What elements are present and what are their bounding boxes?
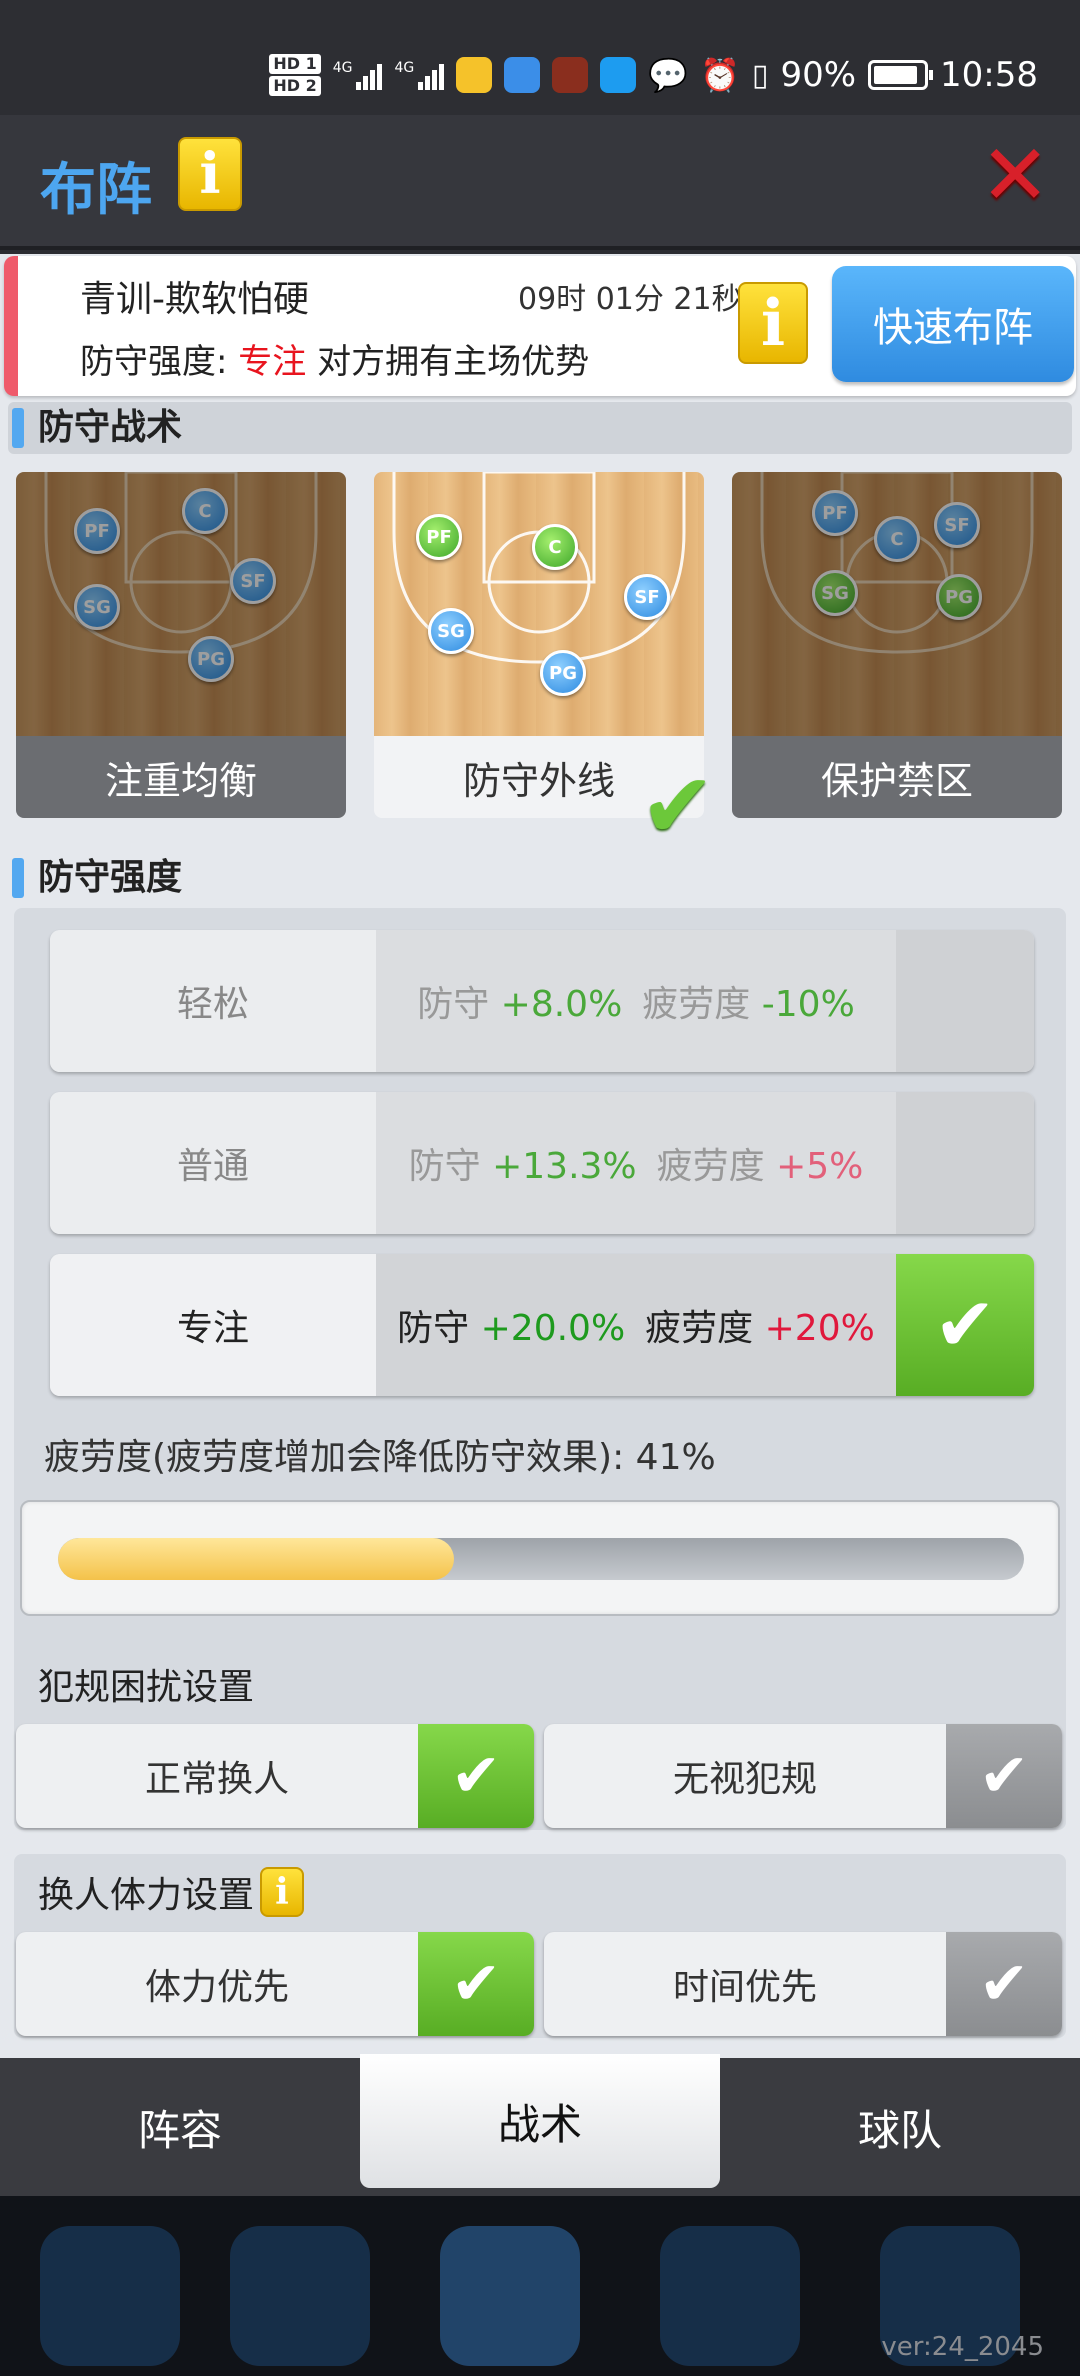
intensity-option-easy[interactable]: 轻松 防守 +8.0% 疲劳度 -10%: [50, 930, 1034, 1072]
quick-lineup-button[interactable]: 快速布阵: [832, 266, 1074, 382]
player-sg: SG: [74, 584, 120, 630]
tactic-label: 注重均衡: [16, 736, 346, 818]
player-sg: SG: [812, 570, 858, 616]
player-pf: PF: [416, 514, 462, 560]
check-icon: ✔: [896, 1254, 1034, 1396]
mission-info-icon[interactable]: i: [738, 282, 808, 364]
bottom-tabs: 阵容 战术 球队: [0, 2054, 1080, 2196]
option-label: 时间优先: [672, 1967, 817, 2008]
vibrate-icon: ▯: [751, 57, 769, 93]
option-label: 无视犯规: [672, 1759, 817, 1800]
intensity-effects: 防守 +8.0% 疲劳度 -10%: [376, 930, 896, 1072]
fatigue-bar: [20, 1500, 1060, 1616]
version-label: ver:24_2045: [881, 2332, 1044, 2362]
stamina-settings-box: 换人体力设置 i 体力优先 ✔ 时间优先 ✔: [14, 1854, 1066, 2038]
intensity-effects: 防守 +13.3% 疲劳度 +5%: [376, 1092, 896, 1234]
player-pg: PG: [540, 650, 586, 696]
check-icon: ✔: [418, 1932, 534, 2036]
court-diagram: PF C SF SG PG: [374, 472, 704, 736]
intensity-label: 普通: [50, 1092, 376, 1234]
intensity-label: 轻松: [50, 930, 376, 1072]
player-sg: SG: [428, 608, 474, 654]
intensity-option-normal[interactable]: 普通 防守 +13.3% 疲劳度 +5%: [50, 1092, 1034, 1234]
player-pf: PF: [74, 508, 120, 554]
fatigue-bar-fill: [58, 1538, 455, 1580]
app-header: 布阵 i ✕: [0, 115, 1080, 250]
player-pf: PF: [812, 490, 858, 536]
player-pg: PG: [188, 636, 234, 682]
selected-check-icon: ✔: [640, 754, 716, 859]
battery-percent: 90%: [780, 55, 857, 95]
foul-option-normal-sub[interactable]: 正常换人 ✔: [16, 1724, 534, 1828]
fatigue-bar-track: [58, 1538, 1024, 1580]
game-app-icon: [552, 57, 589, 93]
option-label: 体力优先: [144, 1967, 289, 2008]
mission-name: 青训-欺软怕硬: [80, 279, 309, 320]
weibo-app-icon: [456, 57, 493, 93]
close-icon[interactable]: ✕: [980, 133, 1050, 217]
star-icon: [40, 2226, 180, 2366]
foul-settings-box: 犯规困扰设置 正常换人 ✔ 无视犯规 ✔: [14, 1646, 1066, 1830]
fatigue-text: 疲劳度(疲劳度增加会降低防守效果): 41%: [44, 1437, 716, 1478]
stamina-option-stamina-first[interactable]: 体力优先 ✔: [16, 1932, 534, 2036]
hd-indicator: HD 1 HD 2: [269, 53, 321, 97]
mission-timer: 09时 01分 21秒: [518, 282, 742, 317]
stamina-settings-title: 换人体力设置 i: [38, 1866, 305, 1918]
intensity-label: 专注: [50, 1254, 376, 1396]
intensity-option-focus[interactable]: 专注 防守 +20.0% 疲劳度 +20% ✔: [50, 1254, 1034, 1396]
intensity-effects: 防守 +20.0% 疲劳度 +20%: [376, 1254, 896, 1396]
lineup-panel: 青训-欺软怕硬 09时 01分 21秒 防守强度: 专注 对方拥有主场优势 i …: [0, 254, 1080, 2058]
page-title: 布阵: [40, 158, 152, 223]
foul-option-ignore[interactable]: 无视犯规 ✔: [544, 1724, 1062, 1828]
defense-tactics-header: 防守战术: [8, 402, 1072, 454]
player-c: C: [182, 488, 228, 534]
signal-icon: 4G: [333, 60, 383, 90]
player-c: C: [532, 524, 578, 570]
court-diagram: PF C SF SG PG: [732, 472, 1062, 736]
mission-info: 青训-欺软怕硬 09时 01分 21秒 防守强度: 专注 对方拥有主场优势 i …: [4, 256, 1076, 396]
player-c: C: [874, 516, 920, 562]
clock: 10:58: [940, 55, 1038, 95]
check-icon: ✔: [418, 1724, 534, 1828]
court-icon: [440, 2226, 580, 2366]
currency-icon: [230, 2226, 370, 2366]
intensity-value: 专注: [238, 342, 307, 382]
player-sf: SF: [230, 558, 276, 604]
tab-team[interactable]: 球队: [720, 2058, 1080, 2196]
signal-icon-2: 4G: [394, 60, 445, 90]
tactic-card-paint[interactable]: PF C SF SG PG 保护禁区: [732, 472, 1062, 818]
court-diagram: PF C SF SG PG: [16, 472, 346, 736]
defense-intensity-header: 防守强度: [8, 852, 1072, 904]
chat-icon: [660, 2226, 800, 2366]
stamina-info-icon[interactable]: i: [260, 1867, 305, 1917]
stamina-option-time-first[interactable]: 时间优先 ✔: [544, 1932, 1062, 2036]
tab-lineup[interactable]: 阵容: [0, 2058, 360, 2196]
background-nav: ver:24_2045: [0, 2196, 1080, 2376]
alarm-icon: ⏰: [700, 56, 740, 94]
foul-settings-title: 犯规困扰设置: [38, 1667, 255, 1708]
tab-tactics[interactable]: 战术: [360, 2054, 720, 2188]
chat-app-icon: [600, 57, 637, 93]
check-icon: ✔: [946, 1932, 1062, 2036]
info-icon[interactable]: i: [178, 137, 242, 211]
status-bar: HD 1 HD 2 4G 4G 💬 ⏰ ▯ 90% 10:58: [0, 0, 1080, 115]
player-sf: SF: [624, 574, 670, 620]
tactic-label: 保护禁区: [732, 736, 1062, 818]
intensity-checkbox: [896, 930, 1034, 1072]
browser-app-icon: [504, 57, 541, 93]
option-label: 正常换人: [144, 1759, 289, 1800]
player-sf: SF: [934, 502, 980, 548]
player-pg: PG: [936, 574, 982, 620]
battery-icon: [868, 60, 934, 90]
tactic-card-balanced[interactable]: PF C SF SG PG 注重均衡: [16, 472, 346, 818]
intensity-checkbox: [896, 1092, 1034, 1234]
mission-intensity: 防守强度: 专注 对方拥有主场优势: [80, 342, 590, 382]
message-icon: 💬: [648, 56, 689, 94]
check-icon: ✔: [946, 1724, 1062, 1828]
